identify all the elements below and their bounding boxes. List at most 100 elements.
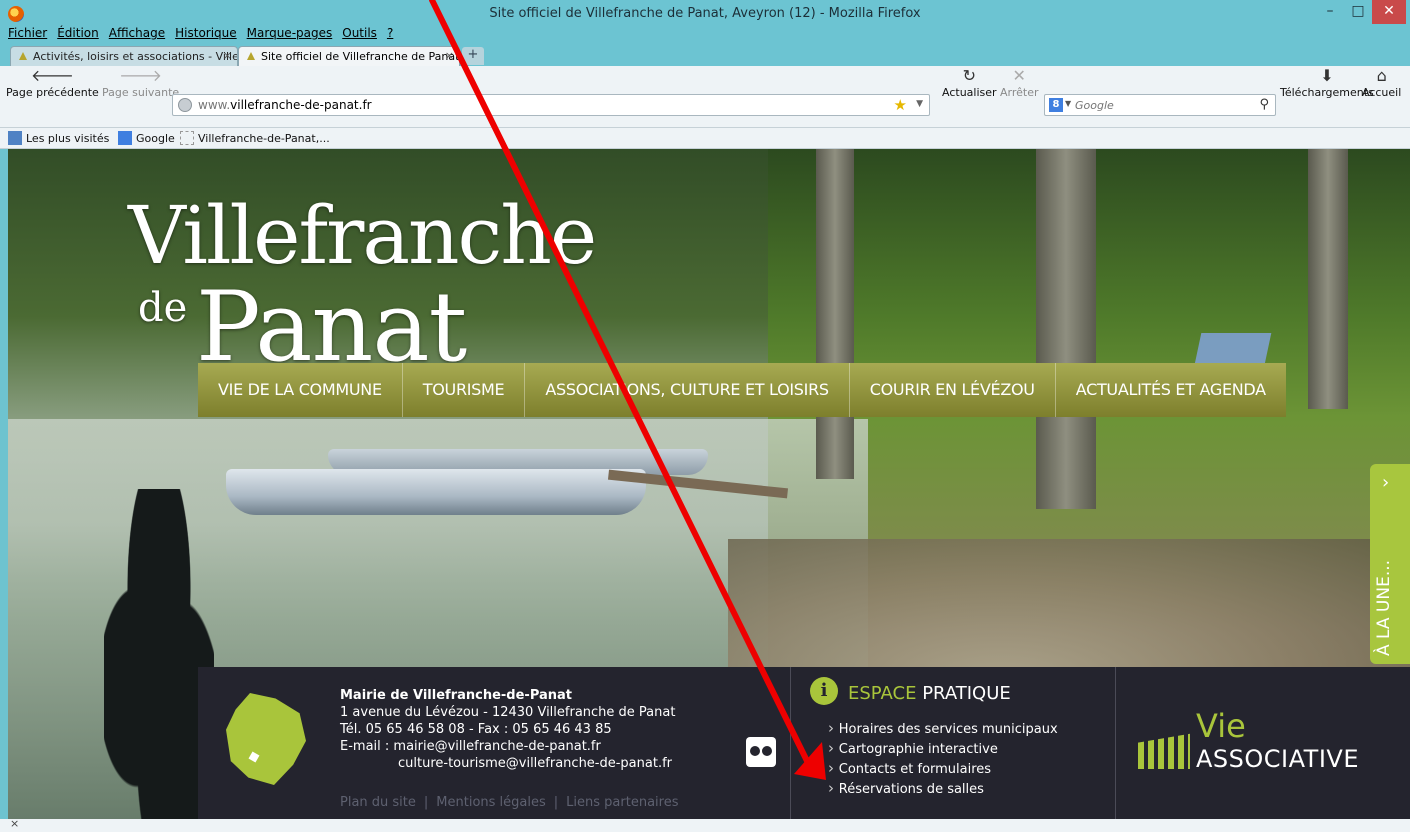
url-domain: villefranche-de-panat.fr bbox=[230, 98, 372, 112]
search-input[interactable] bbox=[1075, 97, 1235, 113]
maximize-button[interactable]: □ bbox=[1344, 0, 1372, 24]
tab-activites[interactable]: Activités, loisirs et associations - Vil… bbox=[10, 46, 238, 66]
footer-panel: Mairie de Villefranche-de-Panat 1 avenue… bbox=[198, 667, 1410, 819]
navigation-toolbar: 🡐 Page précédente 🡒 Page suivante www.vi… bbox=[0, 66, 1410, 128]
info-icon: i bbox=[810, 677, 838, 705]
minimize-button[interactable]: – bbox=[1316, 0, 1344, 24]
chevron-right-icon: › bbox=[1382, 472, 1390, 493]
mairie-phone: Tél. 05 65 46 58 08 - Fax : 05 65 46 43 … bbox=[340, 722, 612, 737]
close-window-button[interactable]: ✕ bbox=[1372, 0, 1406, 24]
vie-word: Vie bbox=[1196, 707, 1246, 745]
bookmark-label: Villefranche-de-Panat,... bbox=[198, 132, 330, 145]
a-la-une-tab[interactable]: › À LA UNE... bbox=[1370, 464, 1410, 664]
search-icon[interactable]: ⚲ bbox=[1259, 97, 1269, 112]
bookmark-star-icon[interactable]: ★ bbox=[894, 96, 907, 114]
link-cartographie[interactable]: Cartographie interactive bbox=[828, 739, 1058, 759]
france-map-icon bbox=[226, 693, 306, 785]
bookmark-google[interactable]: Google bbox=[118, 131, 175, 145]
menu-historique[interactable]: Historique bbox=[175, 26, 237, 42]
home-label: Accueil bbox=[1362, 86, 1402, 99]
search-box[interactable]: 8 ▼ ⚲ bbox=[1044, 94, 1276, 116]
window-title: Site officiel de Villefranche de Panat, … bbox=[489, 6, 921, 21]
downloads-label: Téléchargements bbox=[1280, 86, 1374, 99]
menu-fichier[interactable]: Fichier bbox=[8, 26, 47, 42]
search-engine-dropdown-icon[interactable]: ▼ bbox=[1065, 99, 1071, 108]
logo-villefranche: Villefranche bbox=[128, 189, 597, 282]
people-icon bbox=[1138, 733, 1190, 769]
url-dropdown-icon[interactable]: ▼ bbox=[916, 99, 923, 109]
tree-trunk bbox=[816, 149, 854, 479]
stop-button[interactable]: ✕ Arrêter bbox=[1000, 68, 1039, 100]
nav-actualites-agenda[interactable]: ACTUALITÉS ET AGENDA bbox=[1056, 363, 1286, 417]
nav-tourisme[interactable]: TOURISME bbox=[403, 363, 526, 417]
boat-image bbox=[226, 469, 646, 515]
liens-partenaires-link[interactable]: Liens partenaires bbox=[566, 795, 678, 810]
status-bar: × bbox=[0, 817, 1410, 832]
forward-label: Page suivante bbox=[102, 86, 180, 99]
flickr-icon[interactable] bbox=[746, 737, 776, 767]
tree-trunk bbox=[1036, 149, 1096, 509]
main-navigation: VIE DE LA COMMUNE TOURISME ASSOCIATIONS,… bbox=[198, 363, 1286, 417]
menu-marque-pages[interactable]: Marque-pages bbox=[247, 26, 333, 42]
mairie-email[interactable]: E-mail : mairie@villefranche-de-panat.fr bbox=[340, 738, 675, 755]
bookmark-label: Google bbox=[136, 132, 175, 145]
a-la-une-label: À LA UNE... bbox=[1374, 559, 1394, 656]
arrow-left-icon: 🡐 bbox=[30, 66, 74, 85]
divider: | bbox=[423, 795, 429, 810]
back-label: Page précédente bbox=[6, 86, 99, 99]
mairie-name: Mairie de Villefranche-de-Panat bbox=[340, 688, 573, 703]
menu-edition[interactable]: Édition bbox=[57, 26, 99, 42]
divider bbox=[1115, 667, 1116, 819]
back-button[interactable]: 🡐 Page précédente bbox=[6, 66, 99, 100]
page-icon bbox=[180, 131, 194, 145]
reload-button[interactable]: ↻ Actualiser bbox=[942, 66, 997, 100]
new-tab-button[interactable]: + bbox=[462, 47, 484, 65]
close-icon[interactable]: × bbox=[10, 817, 19, 830]
link-horaires[interactable]: Horaires des services municipaux bbox=[828, 719, 1058, 739]
bookmarks-toolbar: Les plus visités Google Villefranche-de-… bbox=[0, 128, 1410, 149]
home-icon: ⌂ bbox=[1376, 66, 1387, 85]
reload-icon: ↻ bbox=[962, 66, 976, 85]
bookmark-label: Les plus visités bbox=[26, 132, 110, 145]
tab-label: Activités, loisirs et associations - Vil… bbox=[33, 50, 238, 63]
nav-associations[interactable]: ASSOCIATIONS, CULTURE ET LOISIRS bbox=[525, 363, 850, 417]
downloads-button[interactable]: ⬇ Téléchargements bbox=[1280, 68, 1374, 100]
menu-bar: Fichier Édition Affichage Historique Mar… bbox=[8, 26, 393, 42]
mentions-legales-link[interactable]: Mentions légales bbox=[436, 795, 545, 810]
bookmark-villefranche[interactable]: Villefranche-de-Panat,... bbox=[180, 131, 330, 145]
forward-button[interactable]: 🡒 Page suivante bbox=[102, 68, 180, 100]
divider: | bbox=[553, 795, 559, 810]
tab-close-icon[interactable]: × bbox=[223, 49, 232, 62]
nav-vie-de-la-commune[interactable]: VIE DE LA COMMUNE bbox=[198, 363, 403, 417]
site-favicon-icon bbox=[247, 52, 255, 60]
link-reservations[interactable]: Réservations de salles bbox=[828, 779, 1058, 799]
espace-pratique-title: ESPACE PRATIQUE bbox=[848, 683, 1011, 704]
tab-label: Site officiel de Villefranche de Panat, … bbox=[261, 50, 460, 63]
window-titlebar: Site officiel de Villefranche de Panat, … bbox=[0, 0, 1410, 44]
menu-outils[interactable]: Outils bbox=[342, 26, 377, 42]
home-button[interactable]: ⌂ Accueil bbox=[1362, 66, 1402, 100]
tab-site-officiel[interactable]: Site officiel de Villefranche de Panat, … bbox=[238, 46, 460, 66]
url-bar[interactable]: www.villefranche-de-panat.fr ★ ▼ bbox=[172, 94, 930, 116]
footer-links: Plan du site | Mentions légales | Liens part… bbox=[340, 795, 678, 810]
tab-strip: Activités, loisirs et associations - Vil… bbox=[0, 44, 1410, 66]
tab-close-icon[interactable]: × bbox=[445, 49, 454, 62]
url-prefix: www. bbox=[198, 98, 231, 112]
url-text: www.villefranche-de-panat.fr bbox=[198, 98, 372, 112]
google-icon[interactable]: 8 bbox=[1049, 98, 1063, 112]
culture-email[interactable]: culture-tourisme@villefranche-de-panat.f… bbox=[340, 755, 675, 772]
reload-label: Actualiser bbox=[942, 86, 997, 99]
espace-word: ESPACE bbox=[848, 683, 917, 704]
vie-associative-link[interactable]: Vie ASSOCIATIVE bbox=[1138, 707, 1398, 781]
google-icon bbox=[118, 131, 132, 145]
nav-courir-en-levezou[interactable]: COURIR EN LÉVÉZOU bbox=[850, 363, 1056, 417]
plan-du-site-link[interactable]: Plan du site bbox=[340, 795, 416, 810]
menu-affichage[interactable]: Affichage bbox=[109, 26, 165, 42]
pratique-word: PRATIQUE bbox=[922, 683, 1011, 704]
associative-word: ASSOCIATIVE bbox=[1196, 745, 1359, 773]
location-marker-icon bbox=[248, 751, 260, 763]
globe-icon bbox=[178, 98, 192, 112]
bookmark-most-visited[interactable]: Les plus visités bbox=[8, 131, 109, 145]
menu-help[interactable]: ? bbox=[387, 26, 393, 42]
link-contacts[interactable]: Contacts et formulaires bbox=[828, 759, 1058, 779]
